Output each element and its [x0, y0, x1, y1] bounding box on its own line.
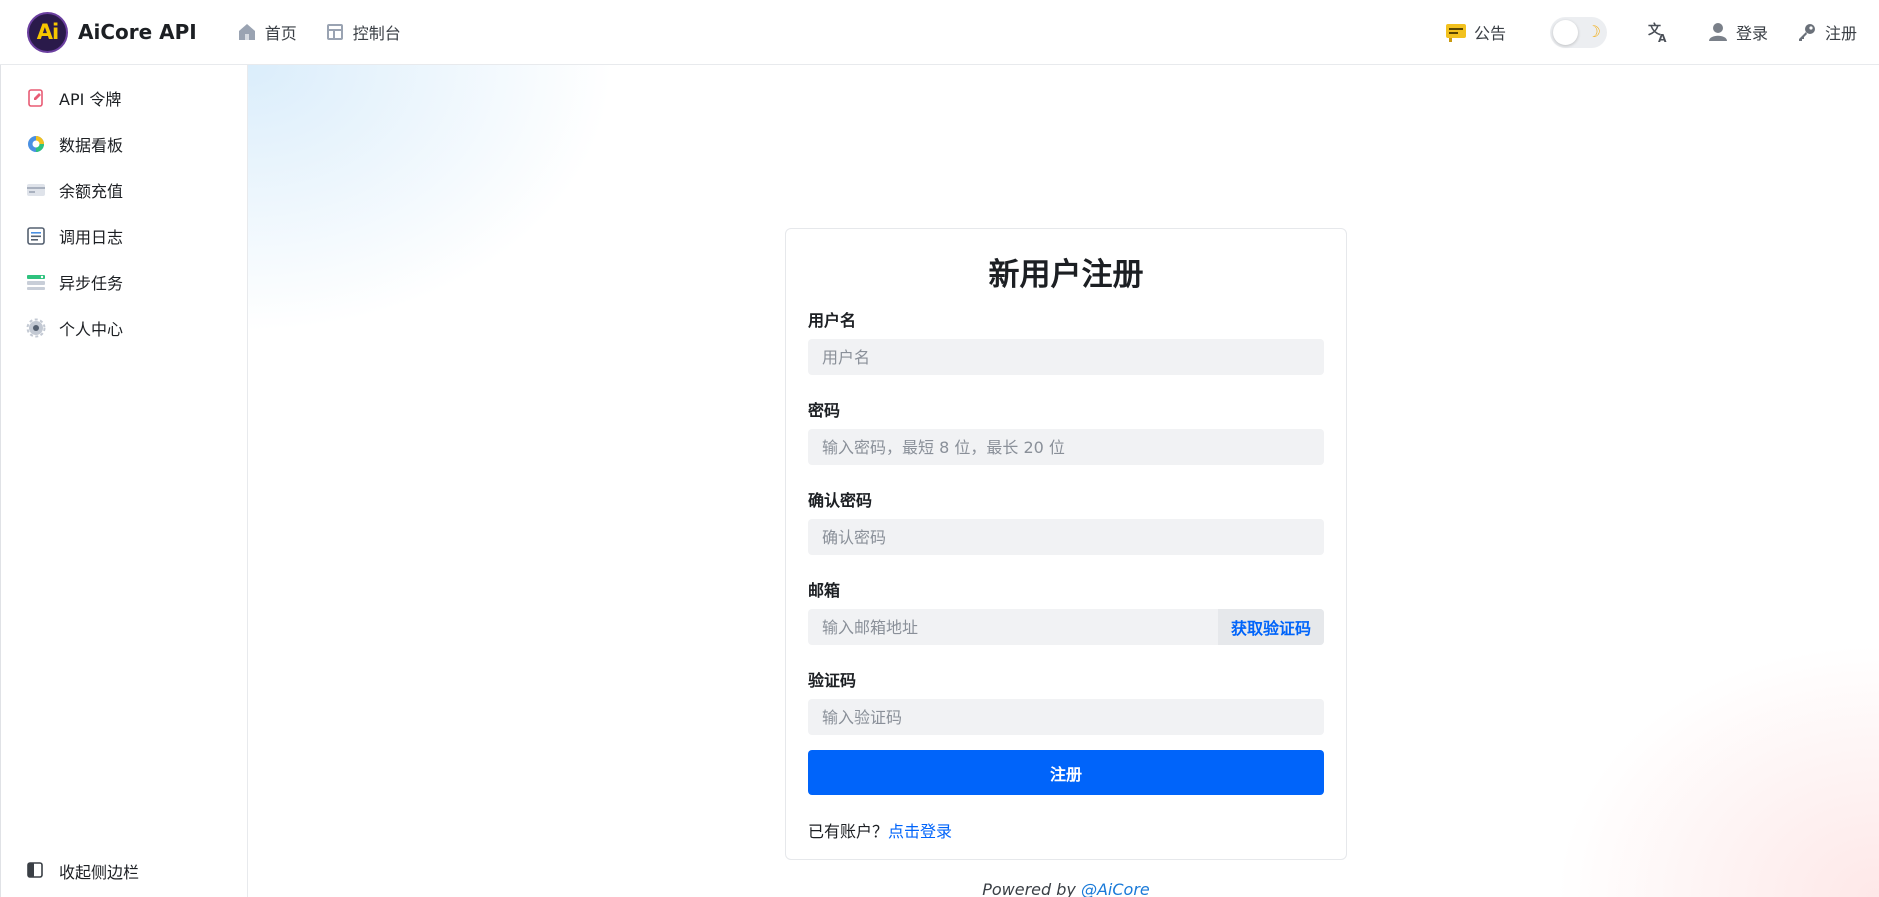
register-card: 新用户注册 用户名 密码 确认密码 邮箱 获取验证码 验证码 注册 已有账户？ — [785, 228, 1347, 860]
notice-label: 公告 — [1473, 24, 1506, 43]
confirm-password-input[interactable] — [808, 519, 1324, 555]
login-hint-text: 已有账户？ — [808, 822, 889, 841]
sidebar-item-dashboard[interactable]: 数据看板 — [1, 121, 247, 167]
chart-icon — [25, 133, 47, 155]
username-input[interactable] — [808, 339, 1324, 375]
confirm-password-group: 确认密码 — [808, 491, 1324, 555]
sidebar-item-label: API 令牌 — [59, 90, 122, 109]
home-icon — [237, 22, 257, 42]
moon-icon: ☽ — [1586, 21, 1601, 41]
email-row: 获取验证码 — [808, 609, 1324, 645]
collapse-sidebar-button[interactable]: 收起侧边栏 — [1, 845, 249, 897]
sidebar-item-tasks[interactable]: 异步任务 — [1, 259, 247, 305]
nav-console[interactable]: 控制台 — [325, 20, 401, 44]
notice-button[interactable]: 公告 — [1445, 20, 1506, 44]
register-submit-button[interactable]: 注册 — [808, 750, 1324, 795]
footer: Powered by @AiCore — [785, 880, 1347, 897]
sidebar-item-profile[interactable]: 个人中心 — [1, 305, 247, 351]
username-group: 用户名 — [808, 311, 1324, 375]
email-group: 邮箱 获取验证码 — [808, 581, 1324, 645]
powered-by-text: Powered by — [982, 880, 1081, 897]
translate-icon[interactable]: 文A — [1647, 20, 1671, 44]
username-label: 用户名 — [808, 311, 857, 330]
brand[interactable]: Ai AiCore API — [27, 11, 197, 53]
nav-home[interactable]: 首页 — [237, 20, 297, 44]
user-icon — [1707, 21, 1729, 43]
main-content: 新用户注册 用户名 密码 确认密码 邮箱 获取验证码 验证码 注册 已有账户？ — [248, 65, 1879, 897]
sidebar-item-label: 个人中心 — [59, 320, 124, 339]
card-icon — [25, 179, 47, 201]
nav-home-label: 首页 — [264, 24, 297, 43]
footer-link[interactable]: @AiCore — [1081, 880, 1150, 897]
login-label: 登录 — [1735, 24, 1768, 43]
register-label: 注册 — [1824, 24, 1857, 43]
login-link[interactable]: 点击登录 — [888, 822, 952, 841]
code-label: 验证码 — [808, 671, 857, 690]
app-name: AiCore API — [78, 20, 197, 44]
code-input[interactable] — [808, 699, 1324, 735]
password-group: 密码 — [808, 401, 1324, 465]
code-group: 验证码 — [808, 671, 1324, 735]
sidebar-item-api-token[interactable]: API 令牌 — [1, 75, 247, 121]
register-button[interactable]: 注册 — [1796, 20, 1857, 44]
confirm-password-label: 确认密码 — [808, 491, 873, 510]
login-button[interactable]: 登录 — [1707, 20, 1768, 44]
task-icon — [25, 271, 47, 293]
sidebar: API 令牌 数据看板 余额充值 调用日志 异步任务 个人中心 收起侧边栏 — [0, 65, 248, 897]
email-input[interactable] — [808, 609, 1218, 645]
sidebar-item-logs[interactable]: 调用日志 — [1, 213, 247, 259]
sidebar-item-label: 余额充值 — [59, 182, 124, 201]
sidebar-item-label: 异步任务 — [59, 274, 124, 293]
top-header: Ai AiCore API 首页 控制台 公告 ☽ 文 A 登录 注册 — [0, 0, 1879, 65]
svg-text:A: A — [1658, 32, 1667, 43]
password-label: 密码 — [808, 401, 841, 420]
sidebar-item-label: 数据看板 — [59, 136, 124, 155]
login-hint: 已有账户？点击登录 — [808, 818, 952, 842]
token-icon — [25, 87, 47, 109]
notice-icon — [1445, 21, 1467, 43]
get-code-button[interactable]: 获取验证码 — [1218, 609, 1324, 645]
console-icon — [325, 22, 345, 42]
nav-console-label: 控制台 — [352, 24, 401, 43]
sidebar-collapse-icon — [27, 862, 45, 880]
log-icon — [25, 225, 47, 247]
header-actions: 公告 ☽ 文A 登录 注册 — [1445, 0, 1879, 64]
toggle-knob — [1552, 19, 1578, 45]
sidebar-item-label: 调用日志 — [59, 228, 124, 247]
form-title: 新用户注册 — [988, 257, 1144, 293]
theme-toggle[interactable]: ☽ — [1549, 16, 1607, 48]
app-logo: Ai — [27, 11, 68, 53]
email-label: 邮箱 — [808, 581, 841, 600]
sidebar-item-recharge[interactable]: 余额充值 — [1, 167, 247, 213]
logo-text: Ai — [36, 20, 59, 44]
collapse-label: 收起侧边栏 — [59, 863, 140, 882]
gear-icon — [25, 317, 47, 339]
key-icon — [1796, 21, 1818, 43]
password-input[interactable] — [808, 429, 1324, 465]
top-nav: 首页 控制台 — [237, 20, 429, 44]
